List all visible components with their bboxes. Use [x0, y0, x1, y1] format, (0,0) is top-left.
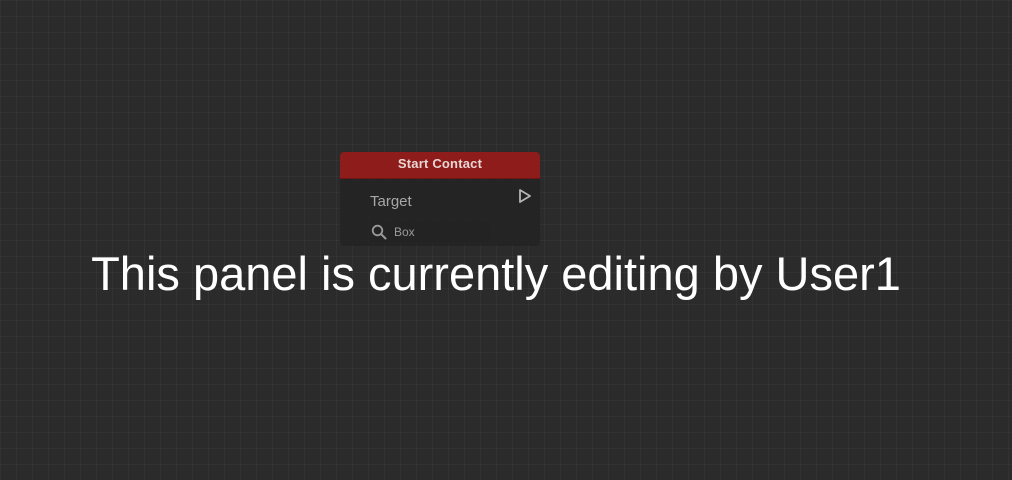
graph-canvas[interactable]: Start Contact Target Box This panel is c… [0, 0, 1012, 480]
node-title[interactable]: Start Contact [340, 152, 540, 179]
target-pin-label: Target [370, 193, 412, 210]
exec-output-pin-icon[interactable] [518, 188, 532, 204]
search-icon[interactable] [370, 223, 388, 241]
editing-lock-message: This panel is currently editing by User1 [91, 247, 901, 300]
object-picker[interactable]: Box [370, 222, 490, 242]
start-contact-node[interactable]: Start Contact Target Box [340, 152, 540, 246]
picker-value: Box [394, 225, 415, 239]
